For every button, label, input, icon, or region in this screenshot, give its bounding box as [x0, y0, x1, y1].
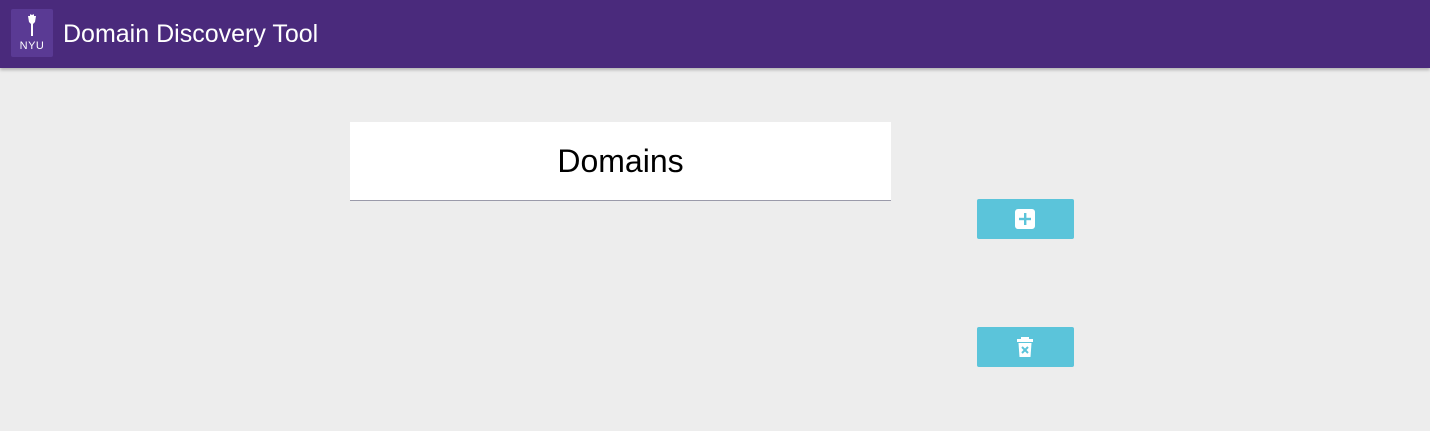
torch-icon — [28, 14, 36, 36]
domains-panel: Domains — [350, 122, 891, 201]
plus-square-icon — [1015, 209, 1035, 229]
domains-title: Domains — [557, 143, 684, 179]
app-title: Domain Discovery Tool — [63, 20, 319, 48]
nyu-logo[interactable]: NYU — [11, 9, 53, 57]
main-content: Domains — [0, 68, 1430, 431]
logo-text: NYU — [19, 40, 45, 52]
add-domain-button[interactable] — [977, 199, 1074, 239]
delete-domain-button[interactable] — [977, 327, 1074, 367]
trash-icon — [1017, 337, 1033, 357]
app-header: NYU Domain Discovery Tool — [0, 0, 1430, 68]
app-window: NYU Domain Discovery Tool Domains — [0, 0, 1430, 441]
